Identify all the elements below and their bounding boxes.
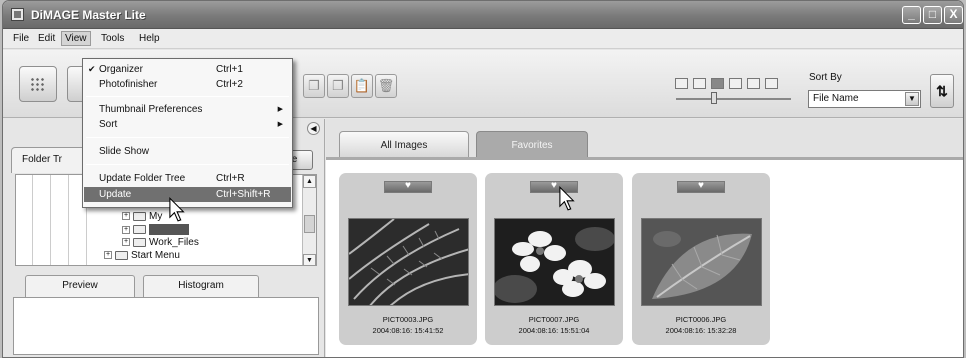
delete-icon[interactable]: 🗑 [375,74,397,98]
submenu-arrow-icon: ▶ [277,106,283,113]
menu-item-update-folder-tree[interactable]: Update Folder Tree Ctrl+R [84,171,291,186]
expand-icon[interactable]: + [122,212,130,221]
window-title: DiMAGE Master Lite [31,8,146,22]
tree-guide [32,175,33,265]
tree-scrollbar[interactable]: ▲ ▼ [302,175,316,265]
sort-by-label: Sort By [809,72,842,83]
favorite-flag-icon[interactable] [384,180,432,193]
folder-icon [133,225,146,234]
folder-icon [133,211,146,221]
menu-item-sort[interactable]: Sort ▶ [84,117,291,132]
thumb-size-4[interactable] [729,78,742,89]
app-window: DiMAGE Master Lite _ □ X File Edit View … [2,0,964,358]
checkmark-icon: ✔ [88,64,96,74]
menu-item-organizer[interactable]: ✔ Organizer Ctrl+1 [84,62,291,77]
tree-item-selected[interactable]: + [122,224,189,236]
close-button[interactable]: X [944,6,963,24]
sort-by-select[interactable]: File Name ▼ [808,90,921,108]
expand-icon[interactable]: + [122,225,130,234]
thumbnail-date: 2004:08:16: 15:32:28 [665,326,737,335]
menu-view[interactable]: View [61,31,91,46]
thumb-size-1[interactable] [675,78,688,89]
view-menu-dropdown: ✔ Organizer Ctrl+1 Photofinisher Ctrl+2 … [82,58,293,208]
copy-icon[interactable]: ❐ [303,74,325,98]
title-bar[interactable]: DiMAGE Master Lite _ □ X [3,1,963,29]
thumb-size-6[interactable] [765,78,778,89]
menu-item-update[interactable]: Update Ctrl+Shift+R [84,187,291,202]
menu-file[interactable]: File [13,33,29,44]
folder-icon [115,250,128,260]
menu-separator [86,96,289,97]
menu-separator [86,137,289,138]
scroll-up-icon[interactable]: ▲ [303,175,316,188]
thumbnail-card[interactable]: PICT0006.JPG 2004:08:16: 15:32:28 [632,173,770,345]
tab-preview[interactable]: Preview [25,275,135,297]
thumbnail-image[interactable] [348,218,469,306]
thumbnail-filename: PICT0007.JPG [528,315,580,324]
paste-icon[interactable]: 📋 [351,74,373,98]
thumbnail-size-slider[interactable] [676,98,791,100]
thumbnail-filename: PICT0003.JPG [382,315,434,324]
menu-help[interactable]: Help [139,33,160,44]
thumb-size-2[interactable] [693,78,706,89]
tab-histogram[interactable]: Histogram [143,275,259,297]
mouse-pointer-icon [559,186,575,211]
sort-by-value: File Name [813,93,859,104]
expand-icon[interactable]: + [122,238,130,247]
gallery-tabs: All Images Favorites [326,119,963,158]
mouse-pointer-icon [169,197,185,222]
menu-bar: File Edit View Tools Help [3,29,963,49]
scroll-down-icon[interactable]: ▼ [303,254,316,265]
slider-thumb[interactable] [710,92,717,104]
chevron-down-icon[interactable]: ▼ [905,92,919,106]
folder-icon [133,237,146,247]
thumbnail-date: 2004:08:16: 15:51:04 [518,326,590,335]
sort-order-icon: ⇅ [936,83,948,99]
thumb-size-5[interactable] [747,78,760,89]
menu-item-photofinisher[interactable]: Photofinisher Ctrl+2 [84,77,291,92]
thumbnail-card[interactable]: PICT0003.JPG 2004:08:16: 15:41:52 [339,173,477,345]
submenu-arrow-icon: ▶ [277,121,283,128]
organizer-view-icon [30,77,46,91]
tree-item[interactable]: + My [122,211,162,223]
thumbnail-card[interactable]: PICT0007.JPG 2004:08:16: 15:51:04 [485,173,623,345]
thumbnail-date: 2004:08:16: 15:41:52 [372,326,444,335]
maximize-button[interactable]: □ [923,6,942,24]
tab-all-images[interactable]: All Images [339,131,469,158]
scroll-thumb[interactable] [304,215,315,233]
menu-tools[interactable]: Tools [101,33,124,44]
thumbnail-image[interactable] [641,218,762,306]
organizer-view-button[interactable] [19,66,57,102]
tree-guide [50,175,51,265]
minimize-button[interactable]: _ [902,6,921,24]
thumb-size-3[interactable] [711,78,724,89]
menu-separator [86,164,289,165]
thumbnail-grid: PICT0003.JPG 2004:08:16: 15:41:52 [326,157,963,357]
tab-favorites[interactable]: Favorites [476,131,588,158]
app-icon[interactable] [11,8,24,21]
preview-area [13,297,319,355]
menu-edit[interactable]: Edit [38,33,55,44]
collapse-pane-icon[interactable]: ◀ [307,122,320,135]
menu-item-slide-show[interactable]: Slide Show [84,144,291,159]
thumbnail-filename: PICT0006.JPG [675,315,727,324]
tree-guide [68,175,69,265]
tree-item[interactable]: + Start Menu [104,250,180,262]
copy-to-icon[interactable]: ❐ [327,74,349,98]
favorite-flag-icon[interactable] [677,180,725,193]
thumbnail-image[interactable] [494,218,615,306]
expand-icon[interactable]: + [104,251,112,260]
sort-order-button[interactable]: ⇅ [930,74,954,108]
gallery-pane: All Images Favorites ♥ PICT0003.JPG 2004… [326,119,963,357]
tree-item[interactable]: + Work_Files [122,237,199,249]
menu-item-thumbnail-preferences[interactable]: Thumbnail Preferences ▶ [84,102,291,117]
